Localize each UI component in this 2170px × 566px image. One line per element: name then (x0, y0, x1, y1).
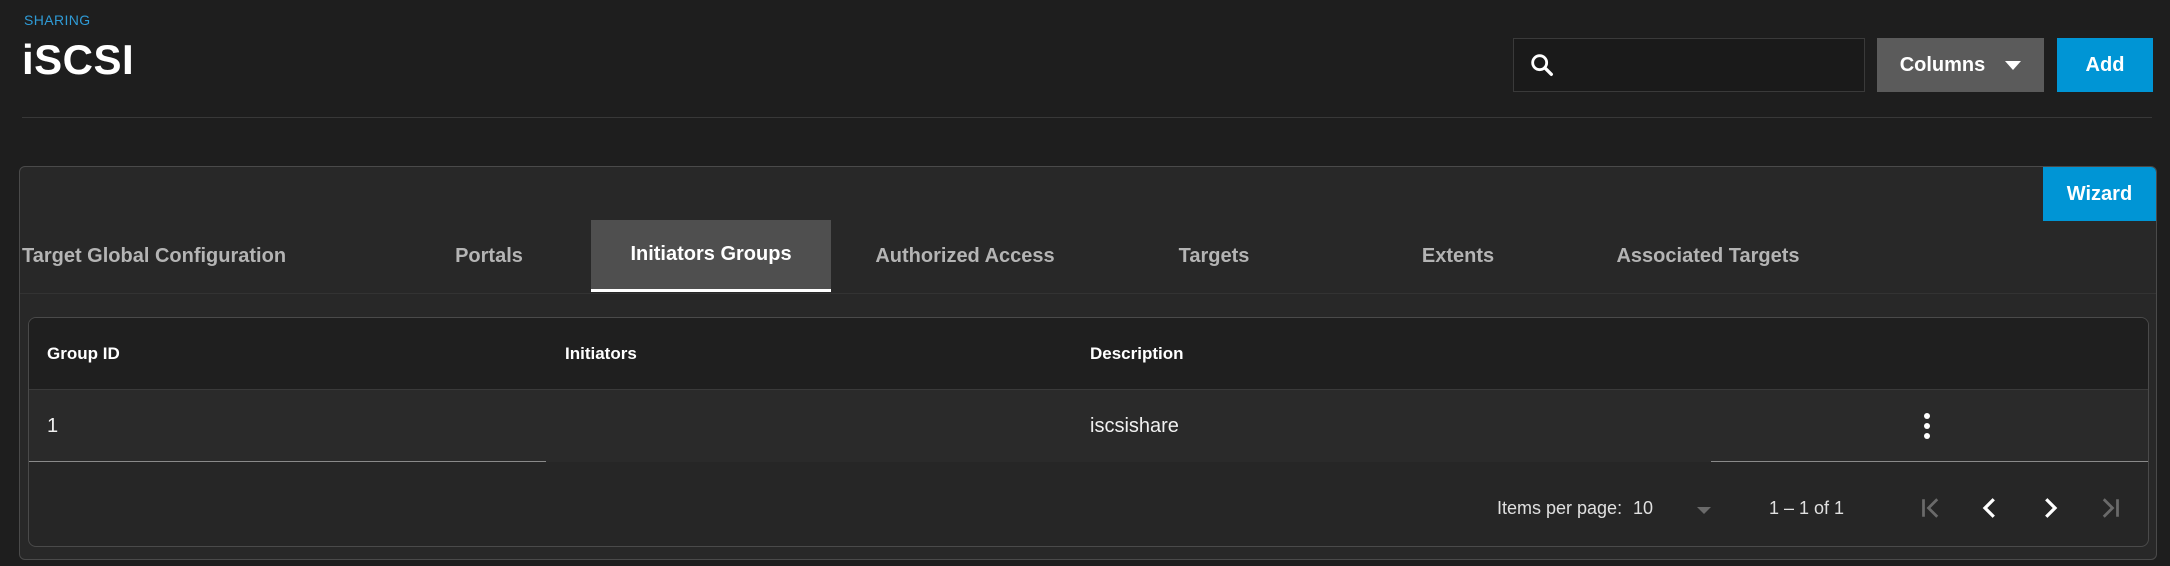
breadcrumb[interactable]: SHARING (24, 12, 91, 28)
caret-down-icon (1697, 507, 1711, 514)
tab-associated-targets[interactable]: Associated Targets (1578, 220, 1838, 292)
column-header-description[interactable]: Description (1090, 318, 1184, 390)
search-icon (1531, 54, 1553, 76)
first-page-button[interactable] (1911, 488, 1951, 528)
page-title: iSCSI (22, 36, 135, 83)
caret-down-icon (2005, 60, 2022, 70)
previous-page-button[interactable] (1970, 488, 2010, 528)
more-vert-icon-dot (1924, 433, 1930, 439)
cell-group-id: 1 (47, 414, 59, 437)
next-page-button[interactable] (2030, 488, 2070, 528)
iscsi-card: Wizard Target Global Configuration Porta… (19, 166, 2157, 560)
page-size-select[interactable]: 10 (1633, 498, 1733, 519)
tab-portals[interactable]: Portals (403, 220, 575, 292)
columns-button[interactable]: Columns (1877, 38, 2044, 92)
column-header-initiators[interactable]: Initiators (565, 318, 637, 390)
tab-initiators-groups[interactable]: Initiators Groups (591, 220, 831, 292)
header-divider (22, 117, 2152, 118)
tab-strip-divider (20, 293, 2156, 294)
row-actions-button[interactable] (1915, 410, 1939, 442)
first-page-icon (1922, 498, 1939, 518)
table-header: Group ID Initiators Description (29, 318, 2148, 390)
chevron-left-icon (1982, 498, 1995, 518)
chevron-right-icon (2045, 498, 2058, 518)
tab-targets[interactable]: Targets (1100, 220, 1328, 292)
last-page-button[interactable] (2090, 488, 2130, 528)
search-box[interactable] (1513, 38, 1865, 92)
columns-button-label: Columns (1899, 53, 1986, 76)
page-range-label: 1 – 1 of 1 (1769, 498, 1845, 518)
paginator: Items per page: 10 1 – 1 of 1 (29, 462, 2148, 546)
last-page-icon (2102, 498, 2119, 518)
page: SHARING iSCSI Columns Add Wizard Target … (0, 0, 2170, 566)
items-per-page-label: Items per page: (1497, 498, 1623, 518)
column-header-group-id[interactable]: Group ID (47, 318, 120, 390)
tab-authorized-access[interactable]: Authorized Access (831, 220, 1099, 292)
initiators-groups-table: Group ID Initiators Description 1 iscsis… (28, 317, 2149, 547)
more-vert-icon-dot (1924, 423, 1930, 429)
more-vert-icon-dot (1924, 413, 1930, 419)
add-button[interactable]: Add (2057, 38, 2153, 92)
search-input[interactable] (1556, 39, 1864, 91)
cell-description: iscsishare (1090, 414, 1179, 437)
tab-target-global-configuration[interactable]: Target Global Configuration (20, 220, 288, 292)
tab-extents[interactable]: Extents (1338, 220, 1578, 292)
wizard-button[interactable]: Wizard (2043, 167, 2156, 221)
table-row[interactable]: 1 iscsishare (29, 390, 2148, 462)
